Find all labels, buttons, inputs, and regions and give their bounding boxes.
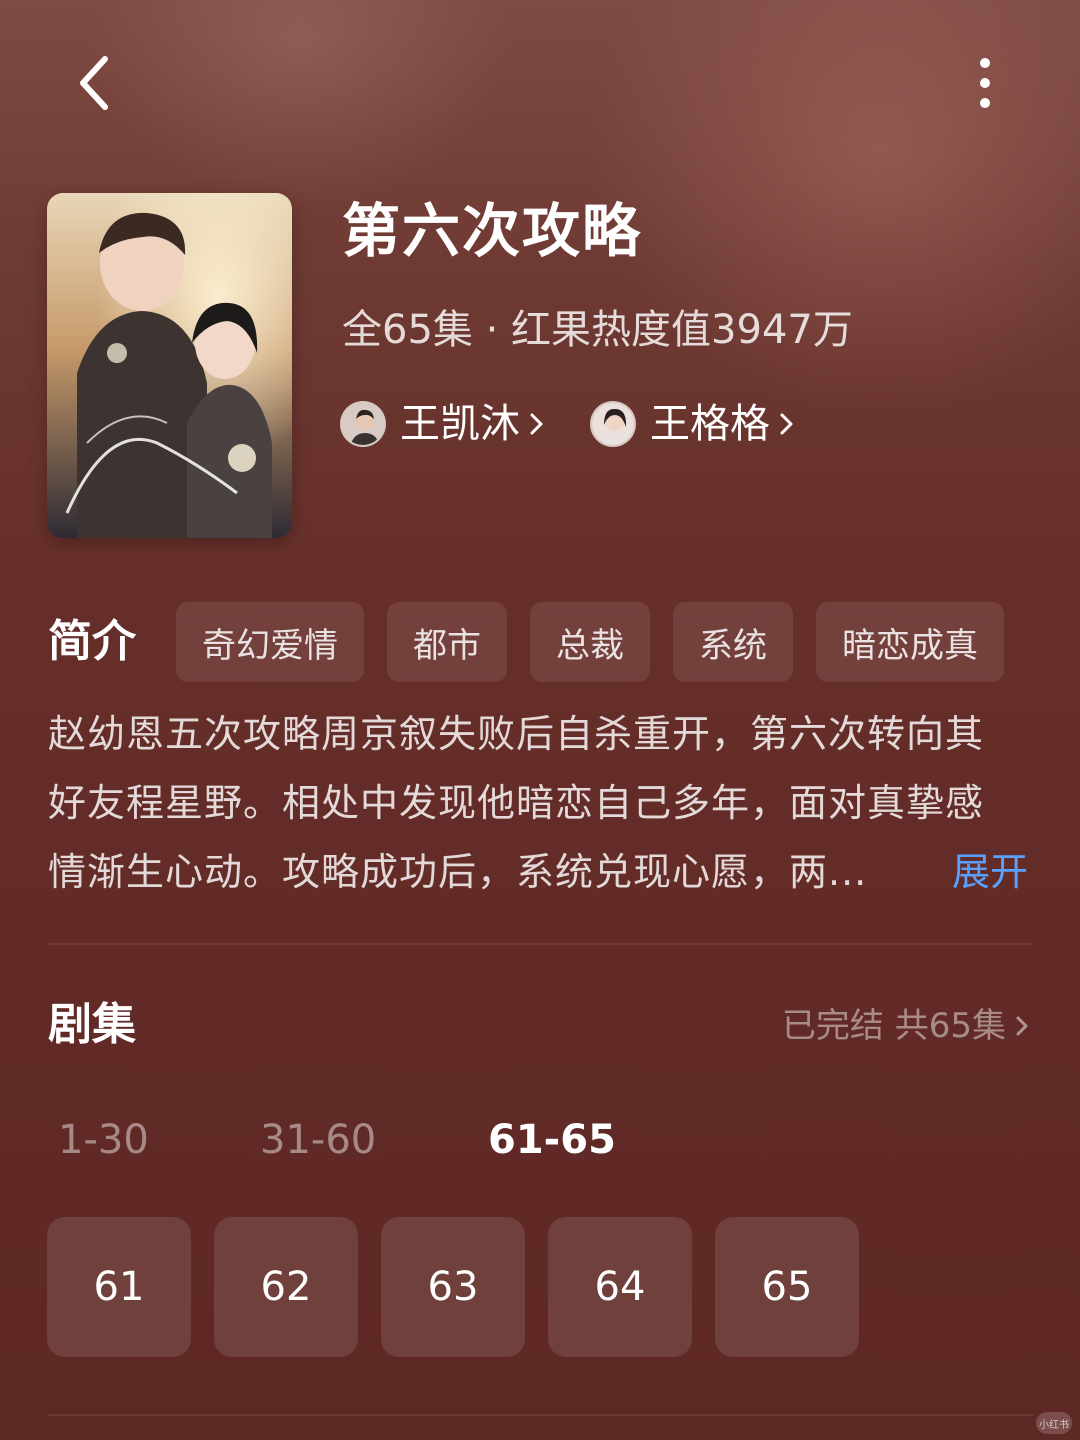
- episode-button[interactable]: 63: [381, 1217, 525, 1357]
- back-button[interactable]: [60, 48, 130, 118]
- expand-button[interactable]: 展开: [952, 838, 1028, 907]
- top-bar: [0, 0, 1080, 170]
- episodes-heading: 剧集: [48, 999, 136, 1050]
- range-tab-1-30[interactable]: 1-30: [58, 1110, 149, 1170]
- tag-list: 奇幻爱情 都市 总裁 系统 暗恋成真: [176, 602, 1027, 682]
- drama-meta: 全65集 · 红果热度值3947万: [342, 307, 853, 353]
- description-line: 好友程星野。相处中发现他暗恋自己多年，面对真挚感: [48, 781, 985, 825]
- actor-link-2[interactable]: 王格格: [590, 396, 796, 452]
- range-tab-61-65[interactable]: 61-65: [488, 1110, 616, 1170]
- actor-list: 王凯沐 王格格: [340, 396, 840, 452]
- tag-chip[interactable]: 总裁: [530, 602, 650, 682]
- tag-chip[interactable]: 奇幻爱情: [176, 602, 364, 682]
- description-line: 情渐生心动。攻略成功后，系统兑现心愿，两...: [48, 850, 868, 894]
- intro-heading: 简介: [48, 616, 136, 667]
- actor-link-1[interactable]: 王凯沐: [340, 396, 546, 452]
- tag-chip[interactable]: 系统: [673, 602, 793, 682]
- actor-avatar: [340, 401, 386, 447]
- episode-grid: 61 62 63 64 65: [47, 1217, 882, 1357]
- divider: [48, 1414, 1033, 1416]
- episodes-status-link[interactable]: 已完结 共65集: [782, 1000, 1030, 1052]
- drama-title: 第六次攻略: [342, 197, 643, 265]
- drama-poster[interactable]: [47, 193, 292, 538]
- more-vertical-icon: [980, 58, 990, 108]
- more-button[interactable]: [950, 48, 1020, 118]
- divider: [48, 943, 1033, 945]
- episode-button[interactable]: 65: [715, 1217, 859, 1357]
- chevron-right-icon: [1014, 1012, 1030, 1040]
- episode-button[interactable]: 62: [214, 1217, 358, 1357]
- chevron-right-icon: [528, 409, 546, 439]
- description-line: 赵幼恩五次攻略周京叙失败后自杀重开，第六次转向其: [48, 712, 985, 756]
- range-tab-31-60[interactable]: 31-60: [260, 1110, 376, 1170]
- actor-name: 王凯沐: [400, 401, 520, 447]
- poster-image: [47, 193, 292, 538]
- tag-chip[interactable]: 暗恋成真: [816, 602, 1004, 682]
- episode-button[interactable]: 61: [47, 1217, 191, 1357]
- chevron-right-icon: [778, 409, 796, 439]
- actor-avatar: [590, 401, 636, 447]
- back-arrow-icon: [80, 56, 108, 110]
- watermark: 小红书: [1036, 1412, 1072, 1434]
- episodes-status-text: 已完结 共65集: [781, 1006, 1006, 1046]
- episode-button[interactable]: 64: [548, 1217, 692, 1357]
- tag-chip[interactable]: 都市: [387, 602, 507, 682]
- actor-name: 王格格: [650, 401, 770, 447]
- intro-description: 赵幼恩五次攻略周京叙失败后自杀重开，第六次转向其 好友程星野。相处中发现他暗恋自…: [48, 700, 1038, 907]
